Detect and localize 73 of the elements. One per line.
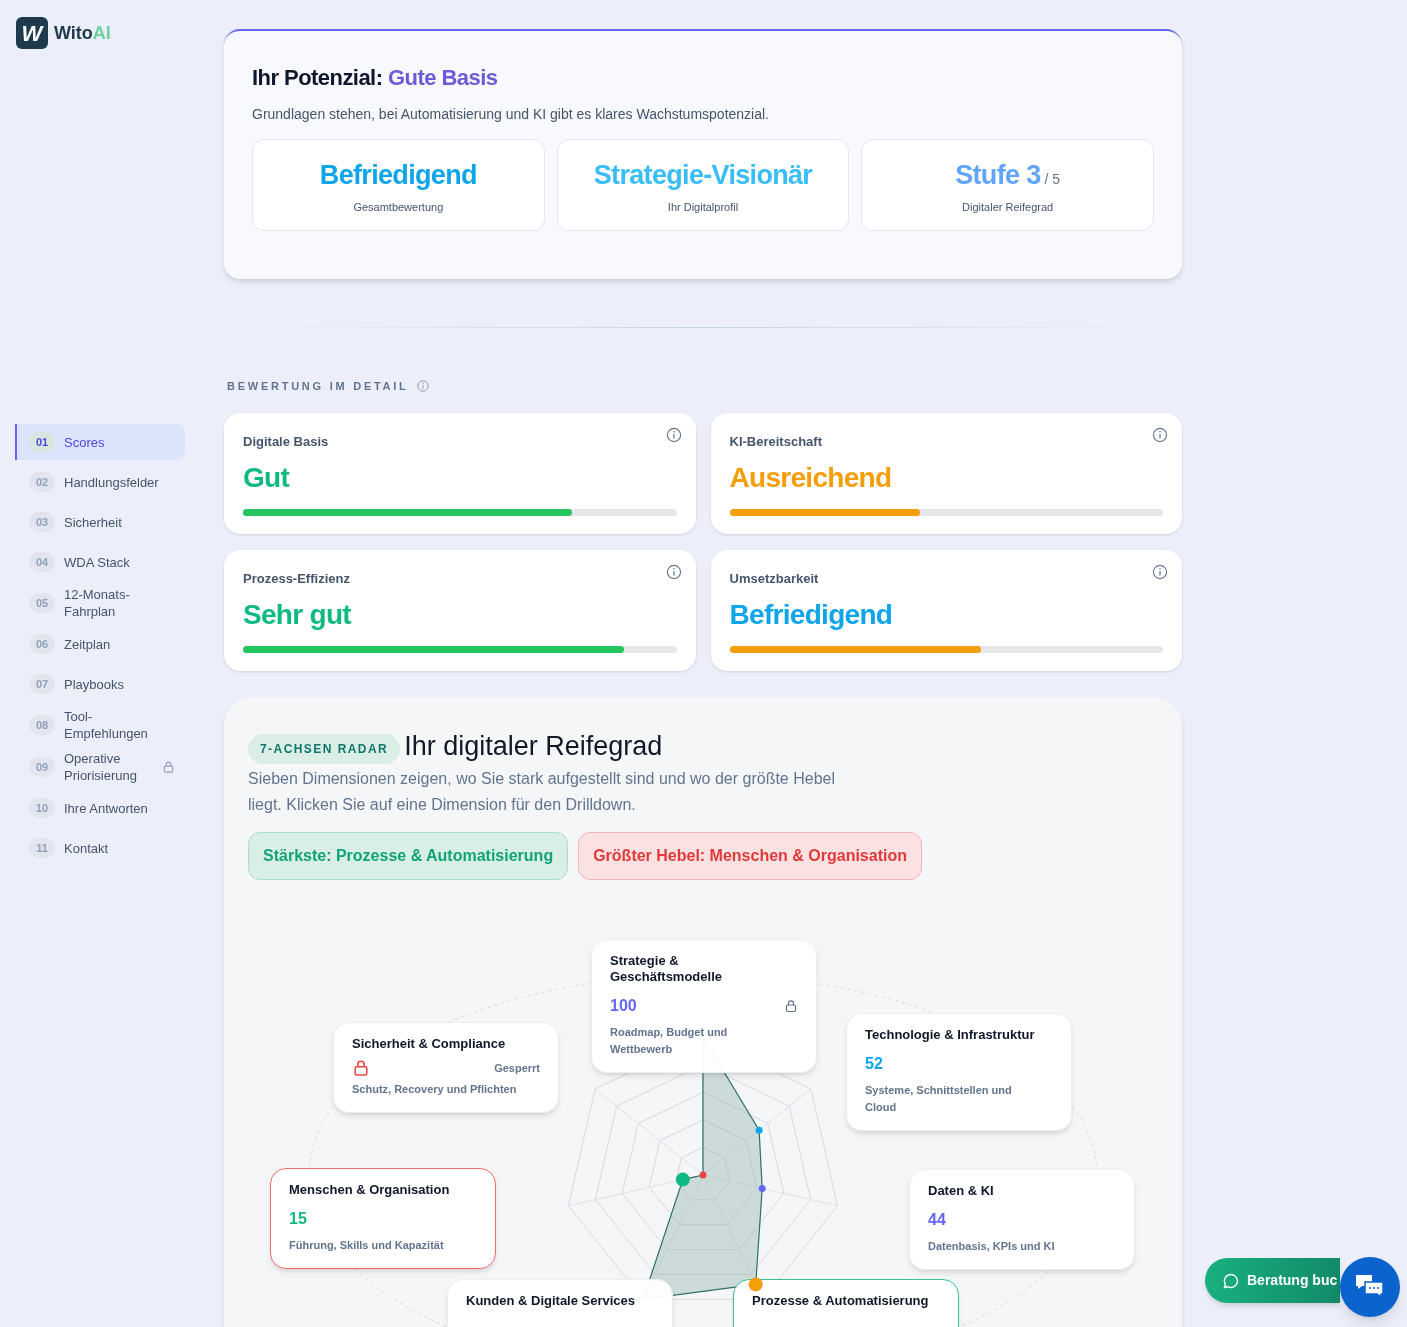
chat-button[interactable] <box>1340 1257 1400 1317</box>
dimension-score: 100 <box>610 995 637 1016</box>
speech-bubble-icon <box>1223 1272 1239 1289</box>
strength-tag: Stärkste: Prozesse & Automatisierung <box>248 831 569 880</box>
sidebar-item[interactable]: 07 Playbooks <box>15 666 185 702</box>
dimension-description: Datenbasis, KPIs und KI <box>928 1238 1056 1254</box>
card-rating: Gut <box>243 461 291 495</box>
summary-title: Ihr Potenzial: Gute Basis <box>252 64 499 92</box>
tile-label: Digitaler Reifegrad <box>962 200 1054 215</box>
tile-label: Ihr Digitalprofil <box>667 200 739 215</box>
item-number: 03 <box>29 512 55 532</box>
radar-badge: 7-ACHSEN RADAR <box>248 733 401 764</box>
radar-title: Ihr digitaler Reifegrad <box>404 732 663 760</box>
dimension-score: 15 <box>289 1208 307 1229</box>
item-number: 10 <box>29 798 55 818</box>
item-number: 06 <box>29 634 55 654</box>
dimension-node[interactable]: Technologie & Infrastruktur 52 Systeme, Schnittstellen und Cloud <box>846 1012 1072 1131</box>
dimension-description: Systeme, Schnittstellen und Cloud <box>865 1082 1013 1115</box>
lock-icon <box>352 1058 370 1077</box>
info-icon[interactable] <box>1152 426 1168 443</box>
sidebar-item[interactable]: 11 Kontakt <box>15 830 185 866</box>
info-icon[interactable] <box>1152 563 1168 580</box>
dimension-score: 52 <box>865 1053 883 1074</box>
info-icon[interactable] <box>665 563 682 580</box>
dimension-node[interactable]: Sicherheit & Compliance Gesperrt Schutz, Recovery und Pflichten <box>333 1021 559 1113</box>
brand-name: WitoAI <box>54 21 111 45</box>
item-number: 08 <box>29 715 55 735</box>
sidebar-item[interactable]: 04 WDA Stack <box>15 544 185 580</box>
radar-description: Sieben Dimensionen zeigen, wo Sie stark aufgestellt sind und wo der größte Hebel liegt. Klicken Sie auf eine Dimension für den Drilldown. <box>248 768 836 815</box>
card-rating: Ausreichend <box>729 461 893 495</box>
tile-suffix: / 5 <box>1044 169 1061 189</box>
locked-status: Gesperrt <box>494 1061 540 1076</box>
section-heading: BEWERTUNG IM DETAIL <box>227 379 409 394</box>
tile-value: Strategie-Visionär <box>593 158 813 192</box>
sidebar-item[interactable]: 10 Ihre Antworten <box>15 790 185 826</box>
card-label: Umsetzbarkeit <box>729 569 820 588</box>
info-icon[interactable] <box>665 426 682 443</box>
tile-value: Befriedigend <box>319 158 477 192</box>
info-icon[interactable] <box>416 380 429 393</box>
item-number: 04 <box>29 552 55 572</box>
tile-value: Stufe 3 <box>955 158 1041 192</box>
sidebar-item[interactable]: 02 Handlungsfelder <box>15 464 185 500</box>
item-number: 09 <box>29 757 55 777</box>
dimension-node[interactable]: Prozesse & Automatisierung <box>733 1278 959 1327</box>
card-label: Digitale Basis <box>243 432 330 451</box>
dimension-description: Schutz, Recovery und Pflichten <box>352 1081 518 1097</box>
sidebar-item[interactable]: 03 Sicherheit <box>15 504 185 540</box>
sidebar-item[interactable]: 08 Tool-Empfehlungen <box>15 706 185 744</box>
card-rating: Sehr gut <box>243 598 353 632</box>
dimension-node[interactable]: Strategie & Geschäftsmodelle 100 Roadmap, Budget und Wettbewerb <box>591 938 817 1073</box>
dimension-node[interactable]: Menschen & Organisation 15 Führung, Skills und Kapazität <box>270 1167 496 1269</box>
dimension-description: Roadmap, Budget und Wettbewerb <box>610 1024 729 1057</box>
logo-mark: W <box>16 17 48 49</box>
tile-label: Gesamtbewertung <box>353 200 444 215</box>
card-rating: Befriedigend <box>729 598 894 632</box>
sidebar-item[interactable]: 06 Zeitplan <box>15 626 185 662</box>
summary-subtitle: Grundlagen stehen, bei Automatisierung und KI gibt es klares Wachstumspotenzial. <box>252 105 770 124</box>
card-label: Prozess-Effizienz <box>243 569 351 588</box>
dimension-node[interactable]: Kunden & Digitale Services <box>447 1278 673 1327</box>
sidebar-item[interactable]: 05 12-Monats-Fahrplan <box>15 584 185 622</box>
card-label: KI-Bereitschaft <box>729 432 823 451</box>
item-number: 05 <box>29 593 55 613</box>
sidebar-item[interactable]: 09 Operative Priorisierung <box>15 748 185 786</box>
sidebar-item[interactable]: 01 Scores <box>15 424 185 460</box>
dimension-node[interactable]: Daten & KI 44 Datenbasis, KPIs und KI <box>909 1168 1135 1270</box>
item-number: 02 <box>29 472 55 492</box>
item-number: 01 <box>29 432 55 452</box>
book-consultation-button[interactable]: Beratung buc <box>1205 1258 1340 1303</box>
dimension-score: 44 <box>928 1209 946 1230</box>
item-number: 11 <box>29 838 55 858</box>
item-number: 07 <box>29 674 55 694</box>
lever-tag: Größter Hebel: Menschen & Organisation <box>578 831 922 880</box>
dimension-description: Führung, Skills und Kapazität <box>289 1237 445 1253</box>
